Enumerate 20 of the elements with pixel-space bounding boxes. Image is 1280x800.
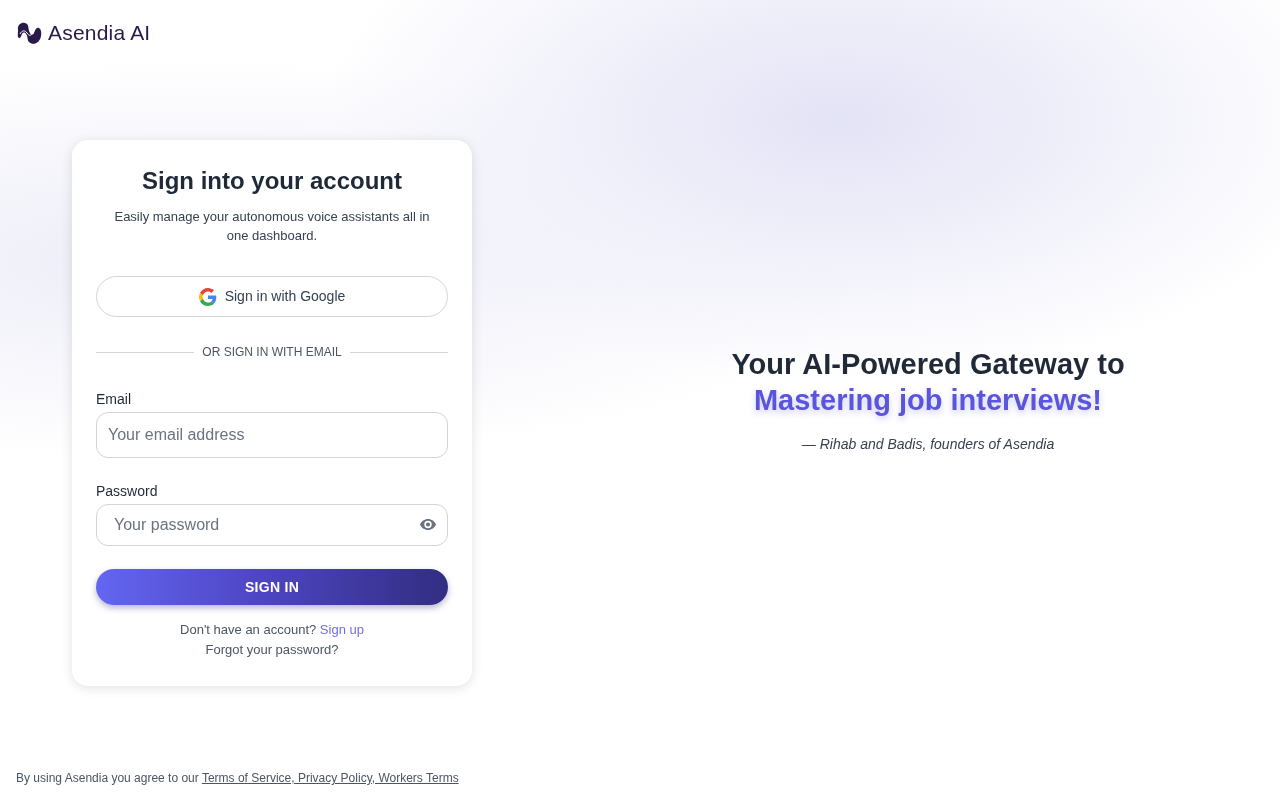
hero-headline: Your AI-Powered Gateway to Mastering job interviews! — [731, 347, 1125, 418]
show-password-eye-icon[interactable] — [420, 519, 436, 530]
field-label: Email — [96, 390, 132, 408]
password-field[interactable]: Your password — [96, 504, 448, 546]
field-label: Password — [96, 482, 159, 500]
divider-label: OR SIGN IN WITH EMAIL — [202, 344, 342, 360]
card-subtitle: Easily manage your autonomous voice assistants all in one dashboard. — [113, 208, 431, 245]
wave-logo-icon — [16, 20, 42, 45]
forgot-password-link[interactable]: Forgot your password? — [205, 640, 339, 660]
sign-in-button[interactable]: SIGN IN — [96, 569, 448, 605]
terms-notice: By using Asendia you agree to our Terms of Service, Privacy Policy, Workers Terms — [16, 770, 459, 786]
signup-link[interactable]: Sign up — [319, 622, 364, 637]
google-g-icon — [198, 287, 217, 306]
brand-name: Asendia AI — [48, 20, 151, 45]
email-field[interactable]: Your email address — [96, 412, 448, 458]
hero-attribution: — Rihab and Badis, founders of Asendia — [801, 435, 1055, 454]
google-signin-button[interactable]: Sign in with Google — [96, 276, 448, 317]
card-title: Sign into your account — [141, 166, 403, 196]
signup-prompt: Don't have an account? Sign up — [179, 621, 365, 639]
terms-link[interactable]: Terms of Service, Privacy Policy, Workers Terms — [201, 771, 459, 785]
